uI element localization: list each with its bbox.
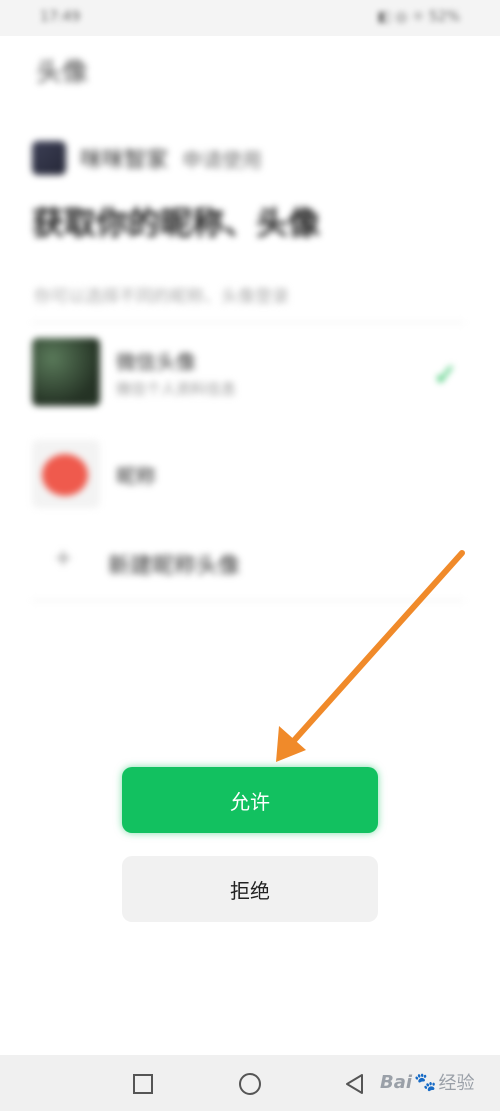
option-label: 昵称 (116, 464, 156, 488)
watermark-brand: Bai (380, 1071, 413, 1093)
option-label: 新建昵称头像 (108, 554, 241, 579)
app-row: 咪咪智家 申请使用 (32, 140, 262, 176)
arrow-head (276, 726, 306, 762)
allow-button[interactable]: 允许 (122, 767, 378, 833)
permission-hint: 你可以选择不同的昵称、头像登录 (34, 287, 289, 307)
circle-icon (239, 1073, 261, 1095)
avatar-frame (32, 440, 100, 508)
option-new-profile[interactable]: + 新建昵称头像 (32, 542, 464, 582)
paw-icon: 🐾 (414, 1071, 437, 1093)
option-nickname[interactable]: 昵称 (32, 440, 464, 510)
status-bar: 17:49 ◧ ◎ ☼ 52% (0, 0, 500, 36)
page-title: 头像 (36, 58, 89, 88)
watermark-label: 经验 (438, 1073, 475, 1094)
status-time: 17:49 (40, 9, 81, 25)
app-name: 咪咪智家 (80, 148, 169, 173)
triangle-back-icon (346, 1074, 363, 1094)
plus-icon: + (54, 546, 73, 571)
divider (32, 322, 464, 323)
permission-headline: 获取你的昵称、头像 (32, 204, 321, 242)
avatar (42, 454, 88, 496)
option-sublabel: 微信个人资料信息 (116, 380, 237, 398)
status-indicators: ◧ ◎ ☼ 52% (377, 9, 460, 25)
app-icon (32, 141, 66, 175)
watermark: Bai 🐾 经验 (380, 1058, 498, 1106)
square-icon (133, 1074, 153, 1094)
option-label: 微信头像 (116, 350, 196, 374)
option-wechat-avatar[interactable]: 微信头像 微信个人资料信息 ✓ (32, 338, 464, 410)
divider (32, 600, 464, 601)
home-button[interactable] (235, 1069, 265, 1099)
avatar-thumbnail (32, 338, 100, 406)
recent-apps-button[interactable] (128, 1069, 158, 1099)
check-icon: ✓ (432, 358, 458, 393)
app-request-text: 申请使用 (182, 147, 263, 172)
deny-button[interactable]: 拒绝 (122, 856, 378, 922)
back-button[interactable] (340, 1069, 370, 1099)
